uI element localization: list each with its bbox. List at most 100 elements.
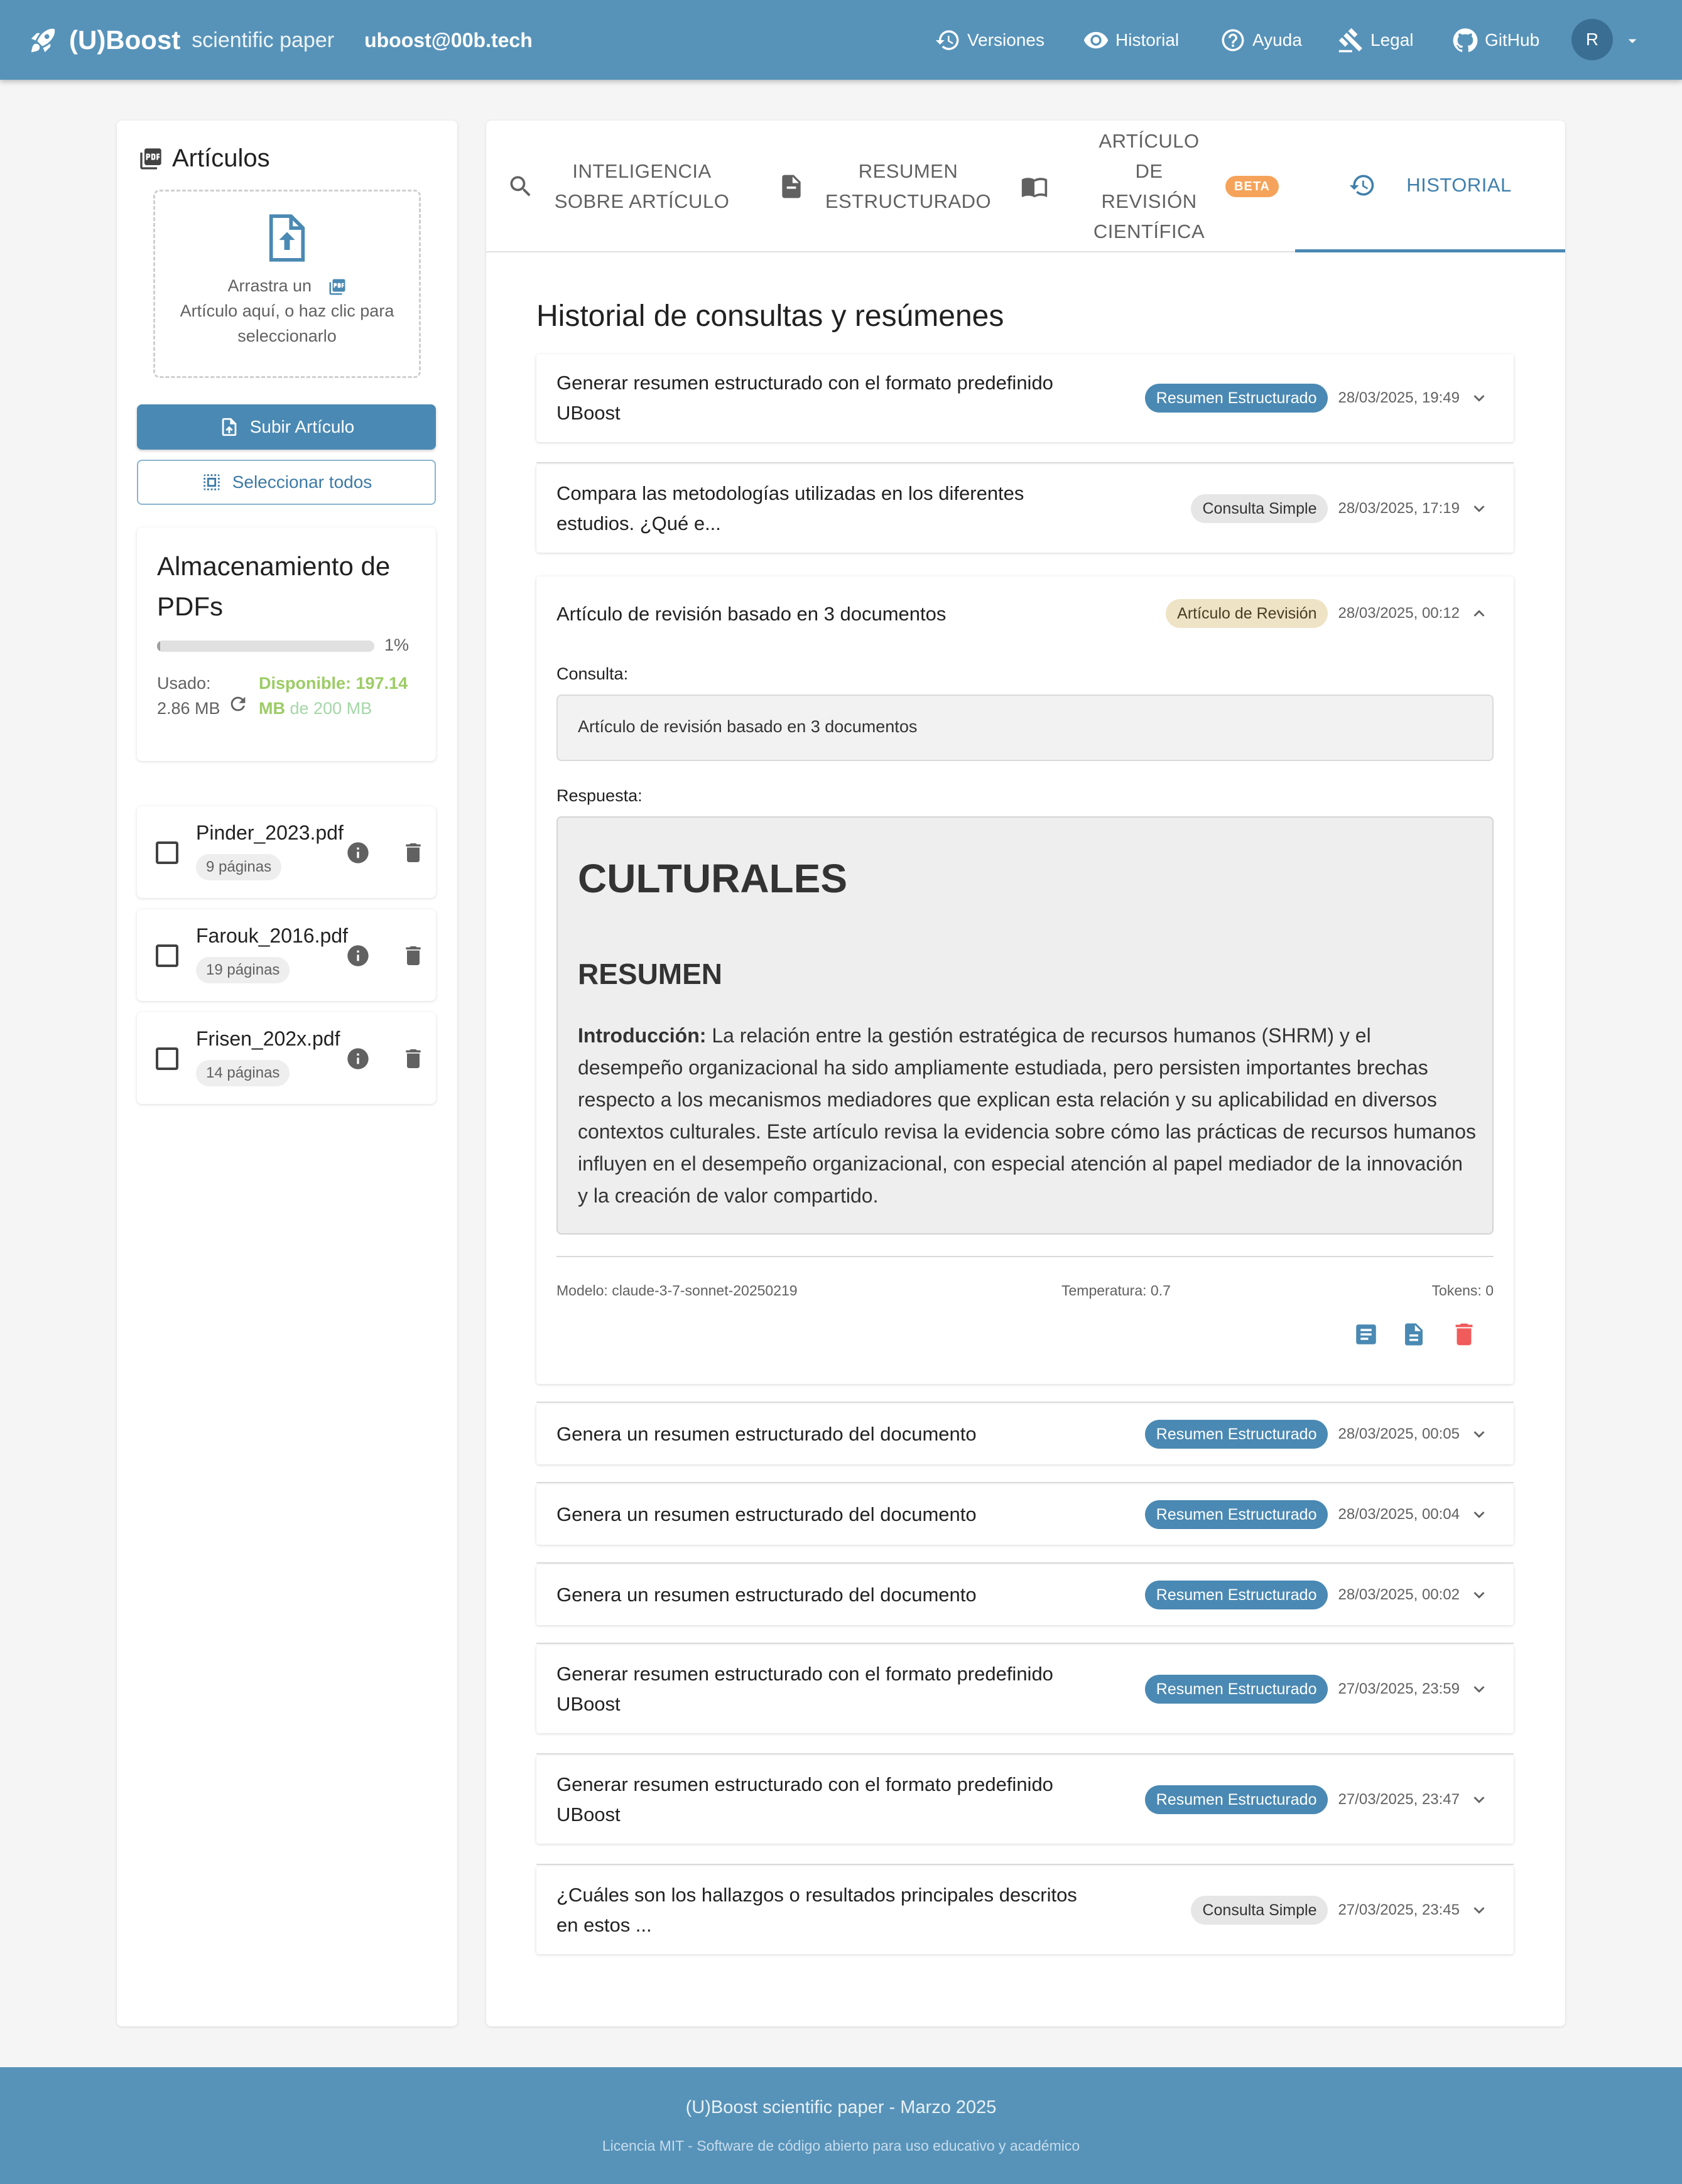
divider — [556, 1256, 1494, 1257]
footer-title: (U)Boost scientific paper - Marzo 2025 — [685, 2097, 997, 2117]
file-upload-icon — [219, 416, 250, 438]
tab-label: ESTRUCTURADO — [825, 190, 992, 212]
delete-icon[interactable] — [1450, 1320, 1479, 1349]
type-chip: Resumen Estructurado — [1144, 1785, 1328, 1814]
history-item[interactable]: Genera un resumen estructurado del docum… — [536, 1404, 1514, 1464]
history-item-text: Genera un resumen estructurado del docum… — [556, 1503, 977, 1525]
storage-used: Usado: 2.86 MB — [157, 674, 220, 718]
refresh-icon[interactable] — [227, 693, 249, 715]
chevron-down-icon[interactable] — [1468, 1679, 1490, 1700]
delete-icon[interactable] — [401, 840, 426, 865]
tab-articulo-revision[interactable]: ARTÍCULO DE REVISIÓN CIENTÍFICA BETA — [1019, 121, 1279, 252]
file-dropzone[interactable]: Arrastra un Artículo aquí, o haz clic pa… — [153, 190, 421, 378]
type-chip: Resumen Estructurado — [1144, 1500, 1328, 1529]
chevron-down-icon[interactable] — [1468, 1900, 1490, 1921]
history-date: 28/03/2025, 00:04 — [1338, 1506, 1460, 1523]
history-item-text: Compara las metodologías utilizadas en l… — [556, 482, 1024, 534]
file-checkbox[interactable] — [156, 944, 178, 967]
history-item[interactable]: Generar resumen estructurado con el form… — [536, 354, 1514, 442]
tab-label: HISTORIAL — [1406, 173, 1512, 196]
type-chip: Artículo de Revisión — [1166, 599, 1328, 628]
book-icon — [1019, 173, 1070, 200]
tab-label: CIENTÍFICA — [1093, 220, 1205, 242]
tokens-info: Tokens: 0 — [1431, 1282, 1494, 1299]
dropzone-line2: Artículo aquí, o haz clic para — [180, 301, 394, 320]
chevron-down-icon[interactable] — [1468, 387, 1490, 409]
chevron-down-icon[interactable] — [1468, 1584, 1490, 1606]
history-title: Historial de consultas y resúmenes — [536, 300, 1004, 333]
chevron-down-icon[interactable] — [1468, 1504, 1490, 1525]
history-date: 28/03/2025, 19:49 — [1338, 389, 1460, 406]
history-date: 27/03/2025, 23:45 — [1338, 1901, 1460, 1918]
type-chip: Resumen Estructurado — [1144, 1675, 1328, 1704]
history-item-text: ¿Cuáles son los hallazgos o resultados p… — [556, 1884, 1077, 1936]
history-item[interactable]: Genera un resumen estructurado del docum… — [536, 1565, 1514, 1625]
nav-github[interactable]: GitHub — [1452, 24, 1539, 57]
file-card[interactable]: Frisen_202x.pdf 14 páginas — [137, 1012, 436, 1104]
file-checkbox[interactable] — [156, 841, 178, 864]
upload-file-icon — [267, 214, 307, 262]
chevron-down-icon[interactable] — [1468, 1424, 1490, 1445]
caret-down-icon[interactable] — [1623, 31, 1642, 50]
history-item[interactable]: Generar resumen estructurado con el form… — [536, 1645, 1514, 1733]
history-item-text: Generar resumen estructurado con el form… — [556, 1663, 1053, 1715]
delete-icon[interactable] — [401, 943, 426, 968]
tab-resumen-estructurado[interactable]: RESUMEN ESTRUCTURADO — [750, 121, 1019, 252]
divider — [536, 1482, 1514, 1483]
history-item-text: Genera un resumen estructurado del docum… — [556, 1584, 977, 1606]
history-date: 28/03/2025, 00:12 — [1338, 605, 1460, 622]
delete-icon[interactable] — [401, 1046, 426, 1071]
info-icon[interactable] — [345, 943, 371, 968]
file-checkbox[interactable] — [156, 1047, 178, 1070]
dropzone-line1: Arrastra un — [155, 273, 419, 298]
tab-label: RESUMEN — [858, 160, 958, 182]
avatar[interactable]: R — [1571, 19, 1613, 60]
chevron-down-icon[interactable] — [1468, 498, 1490, 519]
history-item[interactable]: Generar resumen estructurado con el form… — [536, 1756, 1514, 1844]
history-date: 28/03/2025, 17:19 — [1338, 500, 1460, 517]
file-card[interactable]: Pinder_2023.pdf 9 páginas — [137, 806, 436, 898]
type-chip: Resumen Estructurado — [1144, 384, 1328, 413]
history-item[interactable]: ¿Cuáles son los hallazgos o resultados p… — [536, 1866, 1514, 1954]
divider — [536, 1753, 1514, 1754]
history-item[interactable]: Compara las metodologías utilizadas en l… — [536, 465, 1514, 553]
nav-label: GitHub — [1485, 30, 1540, 50]
tab-label: SOBRE ARTÍCULO — [554, 190, 730, 212]
nav-ayuda[interactable]: Ayuda — [1220, 24, 1302, 57]
query-label: Consulta: — [556, 664, 629, 683]
footer: (U)Boost scientific paper - Marzo 2025 L… — [0, 2067, 1682, 2184]
file-card[interactable]: Farouk_2016.pdf 19 páginas — [137, 909, 436, 1001]
nav-label: Versiones — [967, 30, 1044, 50]
tab-inteligencia[interactable]: INTELIGENCIA SOBRE ARTÍCULO — [486, 121, 750, 252]
tab-historial[interactable]: HISTORIAL — [1295, 121, 1565, 252]
description-icon[interactable] — [1401, 1321, 1427, 1348]
eye-icon — [1083, 27, 1115, 53]
nav-label: Legal — [1370, 30, 1414, 50]
nav-legal[interactable]: Legal — [1338, 24, 1414, 57]
chevron-down-icon[interactable] — [1468, 1789, 1490, 1810]
file-pages-chip: 9 páginas — [196, 854, 282, 880]
summary-doc-icon — [778, 173, 825, 200]
history-item-text: Genera un resumen estructurado del docum… — [556, 1423, 977, 1445]
history-icon — [1348, 171, 1396, 199]
upload-article-button[interactable]: Subir Artículo — [137, 404, 436, 450]
brand[interactable]: (U)Boost scientific paper uboost@00b.tec… — [29, 23, 533, 58]
history-item-text[interactable]: Artículo de revisión basado en 3 documen… — [556, 599, 1097, 629]
response-heading-2: RESUMEN — [578, 958, 723, 990]
sidebar-title: Artículos — [138, 144, 270, 173]
select-all-icon — [201, 472, 232, 493]
select-all-label: Seleccionar todos — [232, 472, 372, 492]
help-icon — [1220, 27, 1252, 53]
select-all-button[interactable]: Seleccionar todos — [137, 460, 436, 505]
file-name: Pinder_2023.pdf — [196, 821, 344, 844]
nav-historial[interactable]: Historial — [1083, 24, 1179, 57]
info-icon[interactable] — [345, 840, 371, 865]
tab-label: INTELIGENCIA — [572, 160, 712, 182]
article-icon[interactable] — [1353, 1321, 1379, 1348]
nav-versiones[interactable]: Versiones — [935, 24, 1044, 57]
pdf-library-icon — [138, 146, 172, 171]
history-item[interactable]: Genera un resumen estructurado del docum… — [536, 1484, 1514, 1545]
chevron-up-icon[interactable] — [1468, 603, 1490, 624]
info-icon[interactable] — [345, 1046, 371, 1071]
gavel-icon — [1338, 27, 1370, 53]
